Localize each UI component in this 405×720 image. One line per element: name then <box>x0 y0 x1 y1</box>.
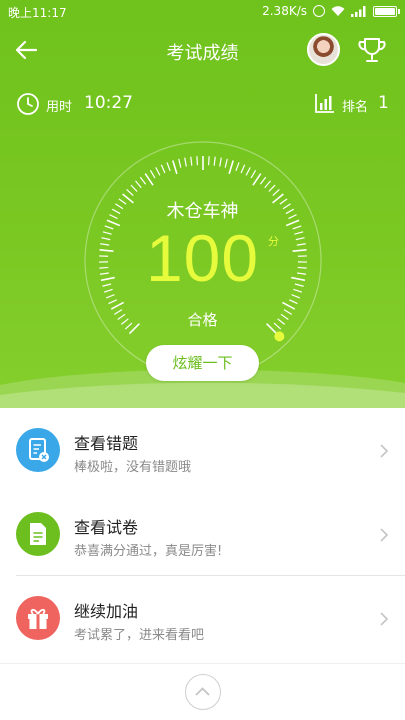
gauge-tick <box>224 158 228 168</box>
gauge-tick <box>252 173 262 186</box>
rank-chart-icon <box>315 94 334 113</box>
gauge-tick <box>259 176 267 185</box>
gauge-tick <box>139 176 147 185</box>
gauge-tick <box>108 299 117 305</box>
signal-icon <box>351 5 366 17</box>
chevron-right-icon <box>380 444 389 458</box>
gauge-tick <box>166 162 171 172</box>
paper-icon <box>16 512 60 556</box>
action-list: 查看错题 棒极啦，没有错题哦 查看试卷 恭喜满分通过，真是厉害! 继续加油 考试… <box>0 408 405 660</box>
gauge-tick <box>155 167 161 176</box>
gauge-tick <box>135 180 142 189</box>
gauge-tick <box>289 299 298 305</box>
rank-value: 1 <box>378 93 389 113</box>
list-item-view-paper[interactable]: 查看试卷 恭喜满分通过，真是厉害! <box>0 492 405 576</box>
list-item-subtitle: 棒极啦，没有错题哦 <box>74 460 192 475</box>
app-header: 考试成绩 <box>0 30 405 70</box>
wrong-questions-icon <box>16 428 60 472</box>
trophy-icon[interactable] <box>356 34 388 66</box>
list-item-subtitle: 恭喜满分通过，真是厉害! <box>74 544 223 559</box>
list-item-keep-going[interactable]: 继续加油 考试累了，进来看看吧 <box>0 576 405 660</box>
gauge-tick <box>160 164 166 174</box>
gauge-tick <box>126 188 134 196</box>
gauge-tick <box>240 164 246 174</box>
chevron-up-icon <box>195 687 210 696</box>
gauge-tick <box>228 160 234 175</box>
status-time: 晚上11:17 <box>8 6 67 20</box>
gauge-tick <box>219 157 222 167</box>
list-item-wrong-questions[interactable]: 查看错题 棒极啦，没有错题哦 <box>0 408 405 492</box>
gauge-indicator <box>274 331 285 342</box>
gauge-tick <box>235 162 240 172</box>
avatar[interactable] <box>307 33 340 66</box>
alarm-icon <box>313 5 325 17</box>
gauge-tick <box>250 169 257 179</box>
divider <box>0 663 405 664</box>
gauge-tick <box>144 173 154 186</box>
gauge-tick <box>264 180 271 189</box>
chevron-right-icon <box>380 528 389 542</box>
gauge-tick <box>130 184 138 192</box>
pass-status: 合格 <box>187 311 218 329</box>
list-item-subtitle: 考试累了，进来看看吧 <box>74 628 205 643</box>
scroll-up-button[interactable] <box>185 674 221 710</box>
list-item-title: 查看试卷 <box>74 518 139 537</box>
gauge-tick <box>213 156 216 166</box>
list-item-title: 继续加油 <box>74 602 139 621</box>
gauge-tick <box>196 156 199 166</box>
net-speed: 2.38K/s <box>262 4 307 18</box>
wifi-icon <box>331 5 345 16</box>
result-header-panel: 晚上11:17 2.38K/s 考试成绩 用时 10:27 排名 1 木仓车神 … <box>0 0 405 408</box>
gauge-tick <box>190 156 193 166</box>
gauge-tick <box>149 169 156 179</box>
exam-info-row: 用时 10:27 排名 1 <box>0 90 405 118</box>
gauge-tick <box>207 156 210 166</box>
rank-label: 排名 <box>342 100 369 115</box>
gauge-tick <box>172 160 178 175</box>
gift-icon <box>16 596 60 640</box>
score-value: 100 <box>145 221 260 295</box>
battery-icon <box>373 5 400 17</box>
status-icons: 2.38K/s <box>262 4 400 18</box>
gauge-tick <box>268 184 276 192</box>
gauge-tick <box>245 167 251 176</box>
chevron-right-icon <box>380 612 389 626</box>
used-time-value: 10:27 <box>84 93 133 113</box>
used-time-label: 用时 <box>46 100 73 115</box>
gauge-tick <box>178 158 182 168</box>
gauge-tick <box>272 188 280 196</box>
score-unit: 分 <box>268 235 279 248</box>
page-title: 考试成绩 <box>166 43 239 64</box>
share-button[interactable]: 炫耀一下 <box>146 345 259 381</box>
status-bar: 晚上11:17 2.38K/s <box>0 0 405 24</box>
list-item-title: 查看错题 <box>74 434 139 453</box>
clock-icon <box>17 93 39 115</box>
gauge-tick <box>184 157 187 167</box>
